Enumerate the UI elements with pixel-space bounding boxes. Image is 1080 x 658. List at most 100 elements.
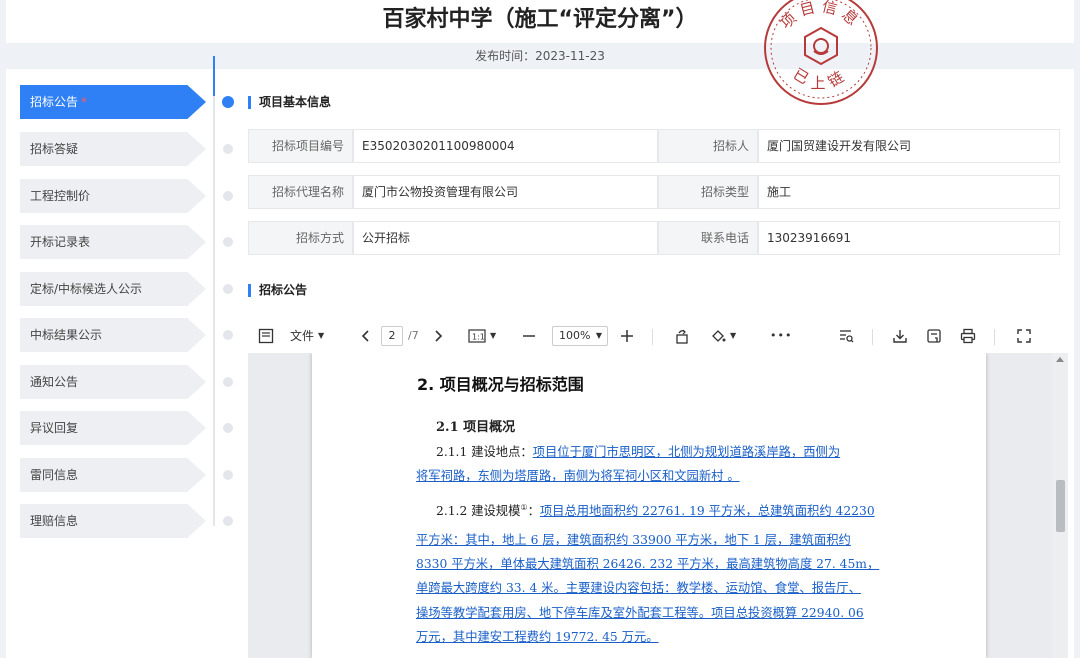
search-button[interactable] (838, 324, 854, 348)
print-button[interactable] (960, 324, 976, 348)
download-icon (893, 330, 907, 343)
sidebar-rail-active (213, 56, 215, 96)
rotate-icon (676, 329, 688, 344)
info-row: 招标代理名称 厦门市公物投资管理有限公司 招标类型 施工 (248, 175, 1060, 209)
sidebar-item-claims-info[interactable]: 理赔信息 (20, 504, 206, 538)
value-tenderer: 厦门国贸建设开发有限公司 (758, 129, 1060, 163)
doc-text: 2.1.2 建设规模 (436, 504, 521, 519)
value-tender-type: 施工 (758, 175, 1060, 209)
file-menu-button[interactable]: 文件 ▼ (290, 324, 324, 348)
sidebar-item-label: 异议回复 (30, 421, 79, 435)
pdf-viewer[interactable]: 2. 项目概况与招标范围 2.1 项目概况 2.1.1 建设地点：项目位于厦门市… (248, 353, 1068, 658)
sidebar-item-candidate-notice[interactable]: 定标/中标候选人公示 (20, 272, 206, 306)
value-tender-method: 公开招标 (353, 221, 658, 255)
fit-page-icon: 1:1 (468, 329, 486, 343)
doc-text: 2.1.1 建设地点： (436, 445, 533, 459)
sidebar-rail (213, 56, 215, 526)
scroll-up-icon[interactable] (1056, 357, 1064, 362)
more-button[interactable]: ••• (770, 324, 792, 348)
sidebar-item-control-price[interactable]: 工程控制价 (20, 179, 206, 213)
doc-subheading: 2.1 项目概况 (436, 420, 516, 435)
rotate-button[interactable] (674, 324, 690, 348)
zoom-in-icon (621, 330, 633, 342)
value-project-code: E3502030201100980004 (353, 129, 658, 163)
more-icon: ••• (770, 329, 793, 342)
doc-underlined-text: 平方米：其中，地上 6 层，建筑面积约 33900 平方米，地下 1 层，建筑面… (416, 533, 851, 547)
timeline-dot (223, 470, 233, 480)
fit-page-button[interactable]: 1:1 ▼ (468, 324, 496, 348)
sidebar-item-bid-opening-record[interactable]: 开标记录表 (20, 225, 206, 259)
sidebar-item-tender-notice[interactable]: 招标公告 * (20, 85, 206, 119)
page-number-input[interactable]: 2 (381, 326, 403, 346)
zoom-value: 100% (559, 329, 591, 342)
toolbar-divider (994, 329, 995, 345)
sidebar-item-label: 招标答疑 (30, 142, 79, 156)
doc-underlined-text: 操场等教学配套用房、地下停车库及室外配套工程等。项目总投资概算 22940. 0… (416, 606, 864, 620)
footnote-mark: ① (520, 503, 528, 512)
svg-text:1:1: 1:1 (472, 333, 485, 342)
timeline-dot (223, 144, 233, 154)
toolbar-divider (652, 329, 653, 345)
timeline-dot (223, 191, 233, 201)
section-title-basic-info: 项目基本信息 (248, 96, 331, 109)
sidebar-item-label: 通知公告 (30, 375, 79, 389)
label-phone: 联系电话 (658, 221, 758, 255)
page-title: 百家村中学（施工“评定分离”） (382, 7, 698, 32)
doc-line: 2.1.1 建设地点：项目位于厦门市思明区，北侧为规划道路溪岸路，西侧为 (436, 444, 840, 460)
sidebar-item-label: 工程控制价 (30, 189, 91, 203)
sidebar-toggle-button[interactable] (258, 324, 274, 348)
doc-line: 平方米：其中，地上 6 层，建筑面积约 33900 平方米，地下 1 层，建筑面… (416, 532, 851, 548)
label-agency: 招标代理名称 (248, 175, 353, 209)
sidebar-item-announcements[interactable]: 通知公告 (20, 365, 206, 399)
save-button[interactable] (926, 324, 942, 348)
doc-underlined-text: 单跨最大跨度约 33. 4 米。主要建设内容包括：教学楼、运动馆、食堂、报告厅、 (416, 581, 861, 595)
label-project-code: 招标项目编号 (248, 129, 353, 163)
sidebar-item-label: 定标/中标候选人公示 (30, 282, 143, 296)
timeline-dot (223, 237, 233, 247)
info-row: 招标项目编号 E3502030201100980004 招标人 厦门国贸建设开发… (248, 129, 1060, 163)
download-button[interactable] (892, 324, 908, 348)
chevron-down-icon: ▼ (595, 331, 602, 340)
timeline-dot (223, 423, 233, 433)
doc-line: 单跨最大跨度约 33. 4 米。主要建设内容包括：教学楼、运动馆、食堂、报告厅、 (416, 580, 861, 596)
doc-line: 2.1.2 建设规模①：项目总用地面积约 22761. 19 平方米，总建筑面积… (436, 500, 875, 519)
next-page-button[interactable] (432, 324, 444, 348)
label-tender-method: 招标方式 (248, 221, 353, 255)
label-tenderer: 招标人 (658, 129, 758, 163)
sidebar-item-label: 开标记录表 (30, 235, 91, 249)
required-star: * (81, 95, 88, 109)
sidebar-item-objection-reply[interactable]: 异议回复 (20, 411, 206, 445)
doc-text: ： (527, 504, 540, 519)
fill-color-button[interactable]: ▼ (710, 324, 736, 348)
doc-line: 将军祠路，东侧为塔厝路，南侧为将军祠小区和文园新村 。 (416, 468, 740, 484)
timeline-dot (223, 284, 233, 294)
seal-bottom-text: 已上链 (790, 65, 846, 92)
scrollbar-thumb[interactable] (1056, 480, 1065, 532)
doc-line: 万元，其中建安工程费约 19772. 45 万元。 (416, 629, 659, 645)
info-row: 招标方式 公开招标 联系电话 13023916691 (248, 221, 1060, 255)
label-tender-type: 招标类型 (658, 175, 758, 209)
publish-time-bar: 发布时间：2023-11-23 (6, 43, 1074, 69)
zoom-out-button[interactable] (522, 324, 536, 348)
sidebar-item-similarity-info[interactable]: 雷同信息 (20, 458, 206, 492)
blockchain-seal-icon: 项目信息 已上链 (764, 0, 878, 105)
file-menu-label: 文件 (290, 329, 315, 343)
fullscreen-icon (1017, 329, 1031, 343)
sidebar-item-award-result[interactable]: 中标结果公示 (20, 318, 206, 352)
sidebar-toggle-icon (258, 328, 274, 344)
sidebar-item-tender-qa[interactable]: 招标答疑 (20, 132, 206, 166)
chevron-down-icon: ▼ (730, 331, 737, 340)
prev-page-button[interactable] (360, 324, 372, 348)
timeline-dot (223, 516, 233, 526)
publish-time: 发布时间：2023-11-23 (475, 49, 605, 63)
chevron-down-icon: ▼ (318, 331, 325, 340)
vertical-scrollbar[interactable] (1052, 353, 1068, 658)
fullscreen-button[interactable] (1016, 324, 1032, 348)
page: 百家村中学（施工“评定分离”） 发布时间：2023-11-23 项目信息 已上链… (6, 0, 1074, 658)
pdf-toolbar: 文件 ▼ 2 /7 1:1 ▼ 100% ▼ ▼ ••• (248, 320, 1074, 352)
timeline-dot-active (222, 96, 234, 108)
zoom-select[interactable]: 100% ▼ (552, 326, 608, 346)
chevron-left-icon (361, 330, 369, 342)
zoom-in-button[interactable] (620, 324, 634, 348)
doc-underlined-text: 8330 平方米，单体最大建筑面积 26426. 232 平方米，最高建筑物高度… (416, 557, 880, 571)
